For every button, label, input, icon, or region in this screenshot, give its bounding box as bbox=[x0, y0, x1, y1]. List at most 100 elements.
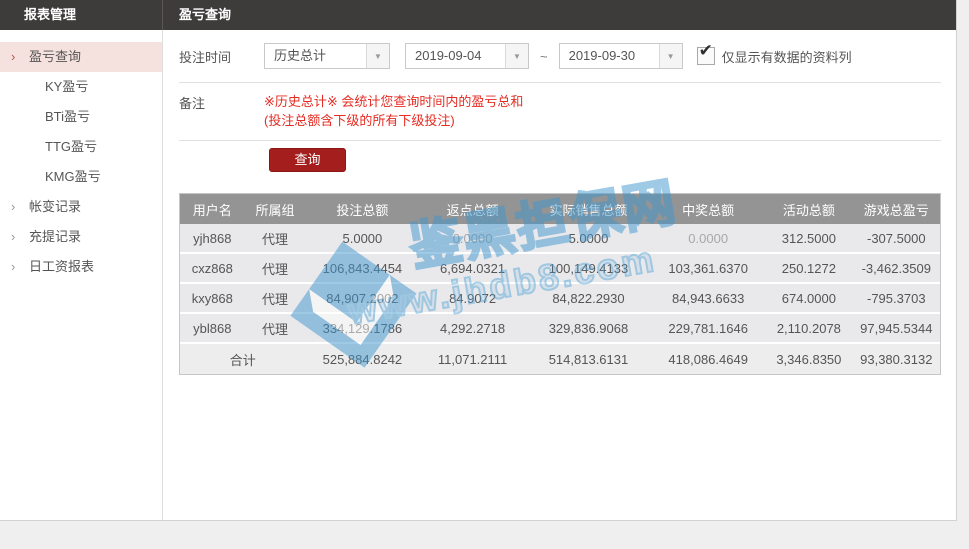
table-cell: 106,843.4454 bbox=[305, 253, 419, 283]
table-row: kxy868代理84,907.200284.907284,822.293084,… bbox=[180, 283, 940, 313]
table-cell: yjh868 bbox=[180, 224, 245, 253]
sidebar-item-label: 盈亏查询 bbox=[29, 49, 81, 64]
table-cell: ybl868 bbox=[180, 313, 245, 343]
chevron-right-icon: › bbox=[11, 42, 15, 72]
sidebar-item-label: 日工资报表 bbox=[29, 259, 94, 274]
date-to-picker[interactable]: 2019-09-30 ▼ bbox=[559, 43, 683, 69]
table-total-row: 合计525,884.824211,071.2111514,813.6131418… bbox=[180, 343, 940, 374]
note-line-2: (投注总额含下级的所有下级投注) bbox=[264, 111, 523, 130]
table-cell: 0.0000 bbox=[419, 224, 525, 253]
table-cell: 84,822.2930 bbox=[526, 283, 651, 313]
main-content: 投注时间 历史总计 ▼ 2019-09-04 ▼ ~ 2019-09-30 ▼ … bbox=[164, 30, 956, 520]
total-cell: 514,813.6131 bbox=[526, 343, 651, 374]
table-cell: 250.1272 bbox=[765, 253, 852, 283]
column-header: 所属组 bbox=[245, 194, 306, 224]
note-text: ※历史总计※ 会统计您查询时间内的盈亏总和 (投注总额含下级的所有下级投注) bbox=[264, 92, 523, 130]
checkmark-icon: ✔ bbox=[699, 41, 713, 61]
bet-time-label: 投注时间 bbox=[179, 47, 264, 66]
chevron-down-icon[interactable]: ▼ bbox=[366, 44, 389, 68]
column-header: 投注总额 bbox=[305, 194, 419, 224]
table-cell: 97,945.5344 bbox=[853, 313, 940, 343]
table-cell: 334,129.1786 bbox=[305, 313, 419, 343]
note-line-1: ※历史总计※ 会统计您查询时间内的盈亏总和 bbox=[264, 92, 523, 111]
table-cell: 84.9072 bbox=[419, 283, 525, 313]
table-cell: -307.5000 bbox=[853, 224, 940, 253]
sidebar-item-KMG盈亏[interactable]: KMG盈亏 bbox=[0, 162, 162, 192]
table-cell: 100,149.4133 bbox=[526, 253, 651, 283]
table-header-row: 用户名所属组投注总额返点总额实际销售总额中奖总额活动总额游戏总盈亏 bbox=[180, 194, 940, 224]
chevron-down-icon[interactable]: ▼ bbox=[505, 44, 528, 68]
total-cell: 418,086.4649 bbox=[651, 343, 765, 374]
column-header: 游戏总盈亏 bbox=[853, 194, 940, 224]
table-cell: 2,110.2078 bbox=[765, 313, 852, 343]
table-cell: 5.0000 bbox=[305, 224, 419, 253]
page-title: 盈亏查询 bbox=[179, 0, 231, 30]
total-cell: 3,346.8350 bbox=[765, 343, 852, 374]
table-cell: 6,694.0321 bbox=[419, 253, 525, 283]
table-row: ybl868代理334,129.17864,292.2718329,836.90… bbox=[180, 313, 940, 343]
sidebar-item-帐变记录[interactable]: › 帐变记录 bbox=[0, 192, 162, 222]
query-button[interactable]: 查询 bbox=[269, 148, 346, 172]
profit-loss-table: 用户名所属组投注总额返点总额实际销售总额中奖总额活动总额游戏总盈亏 yjh868… bbox=[180, 194, 940, 374]
table-row: yjh868代理5.00000.00005.00000.0000312.5000… bbox=[180, 224, 940, 253]
sidebar-item-TTG盈亏[interactable]: TTG盈亏 bbox=[0, 132, 162, 162]
table-cell: -3,462.3509 bbox=[853, 253, 940, 283]
sidebar-title: 报表管理 bbox=[0, 0, 163, 30]
only-data-columns-label: 仅显示有数据的资料列 bbox=[722, 47, 852, 66]
table-cell: 代理 bbox=[245, 283, 306, 313]
sidebar-item-label: TTG盈亏 bbox=[45, 139, 97, 154]
sidebar-item-充提记录[interactable]: › 充提记录 bbox=[0, 222, 162, 252]
chevron-right-icon: › bbox=[11, 192, 15, 222]
total-label: 合计 bbox=[180, 343, 305, 374]
table-cell: kxy868 bbox=[180, 283, 245, 313]
sidebar-item-日工资报表[interactable]: › 日工资报表 bbox=[0, 252, 162, 282]
only-data-columns-checkbox[interactable]: ✔ bbox=[697, 47, 715, 65]
button-row: 查询 bbox=[179, 141, 941, 172]
table-body: yjh868代理5.00000.00005.00000.0000312.5000… bbox=[180, 224, 940, 343]
date-from-picker[interactable]: 2019-09-04 ▼ bbox=[405, 43, 529, 69]
column-header: 中奖总额 bbox=[651, 194, 765, 224]
table-cell: cxz868 bbox=[180, 253, 245, 283]
table-cell: 5.0000 bbox=[526, 224, 651, 253]
period-select-value: 历史总计 bbox=[265, 44, 366, 68]
table-cell: -795.3703 bbox=[853, 283, 940, 313]
date-to-value: 2019-09-30 bbox=[560, 44, 659, 68]
sidebar-item-盈亏查询[interactable]: › 盈亏查询 bbox=[0, 42, 162, 72]
period-select[interactable]: 历史总计 ▼ bbox=[264, 43, 390, 69]
sidebar-item-BTi盈亏[interactable]: BTi盈亏 bbox=[0, 102, 162, 132]
table-cell: 312.5000 bbox=[765, 224, 852, 253]
chevron-down-icon[interactable]: ▼ bbox=[659, 44, 682, 68]
total-cell: 93,380.3132 bbox=[853, 343, 940, 374]
profit-loss-table-wrap: 用户名所属组投注总额返点总额实际销售总额中奖总额活动总额游戏总盈亏 yjh868… bbox=[179, 193, 941, 375]
table-cell: 84,907.2002 bbox=[305, 283, 419, 313]
table-cell: 4,292.2718 bbox=[419, 313, 525, 343]
sidebar-item-label: BTi盈亏 bbox=[45, 109, 90, 124]
note-label: 备注 bbox=[179, 92, 264, 130]
column-header: 返点总额 bbox=[419, 194, 525, 224]
chevron-right-icon: › bbox=[11, 222, 15, 252]
column-header: 活动总额 bbox=[765, 194, 852, 224]
table-cell: 代理 bbox=[245, 253, 306, 283]
sidebar-item-label: 帐变记录 bbox=[29, 199, 81, 214]
total-cell: 11,071.2111 bbox=[419, 343, 525, 374]
sidebar-item-KY盈亏[interactable]: KY盈亏 bbox=[0, 72, 162, 102]
filter-row-time: 投注时间 历史总计 ▼ 2019-09-04 ▼ ~ 2019-09-30 ▼ … bbox=[179, 30, 941, 83]
table-cell: 0.0000 bbox=[651, 224, 765, 253]
table-cell: 代理 bbox=[245, 313, 306, 343]
table-cell: 103,361.6370 bbox=[651, 253, 765, 283]
filter-row-note: 备注 ※历史总计※ 会统计您查询时间内的盈亏总和 (投注总额含下级的所有下级投注… bbox=[179, 83, 941, 141]
date-from-value: 2019-09-04 bbox=[406, 44, 505, 68]
sidebar-item-label: KMG盈亏 bbox=[45, 169, 101, 184]
table-row: cxz868代理106,843.44546,694.0321100,149.41… bbox=[180, 253, 940, 283]
column-header: 用户名 bbox=[180, 194, 245, 224]
date-range-separator: ~ bbox=[540, 49, 548, 64]
sidebar-item-label: 充提记录 bbox=[29, 229, 81, 244]
table-cell: 674.0000 bbox=[765, 283, 852, 313]
sidebar-item-label: KY盈亏 bbox=[45, 79, 88, 94]
table-cell: 229,781.1646 bbox=[651, 313, 765, 343]
sidebar-menu: › 盈亏查询 KY盈亏 BTi盈亏 TTG盈亏 KMG盈亏 › 帐变记录 › 充提记录 › 日工资报表 bbox=[0, 30, 163, 520]
table-cell: 84,943.6633 bbox=[651, 283, 765, 313]
app-window: 报表管理 盈亏查询 ›盈亏查询KY盈亏BTi盈亏TTG盈亏KMG盈亏›帐变记录›… bbox=[0, 0, 957, 521]
chevron-right-icon: › bbox=[11, 252, 15, 282]
total-cell: 525,884.8242 bbox=[305, 343, 419, 374]
